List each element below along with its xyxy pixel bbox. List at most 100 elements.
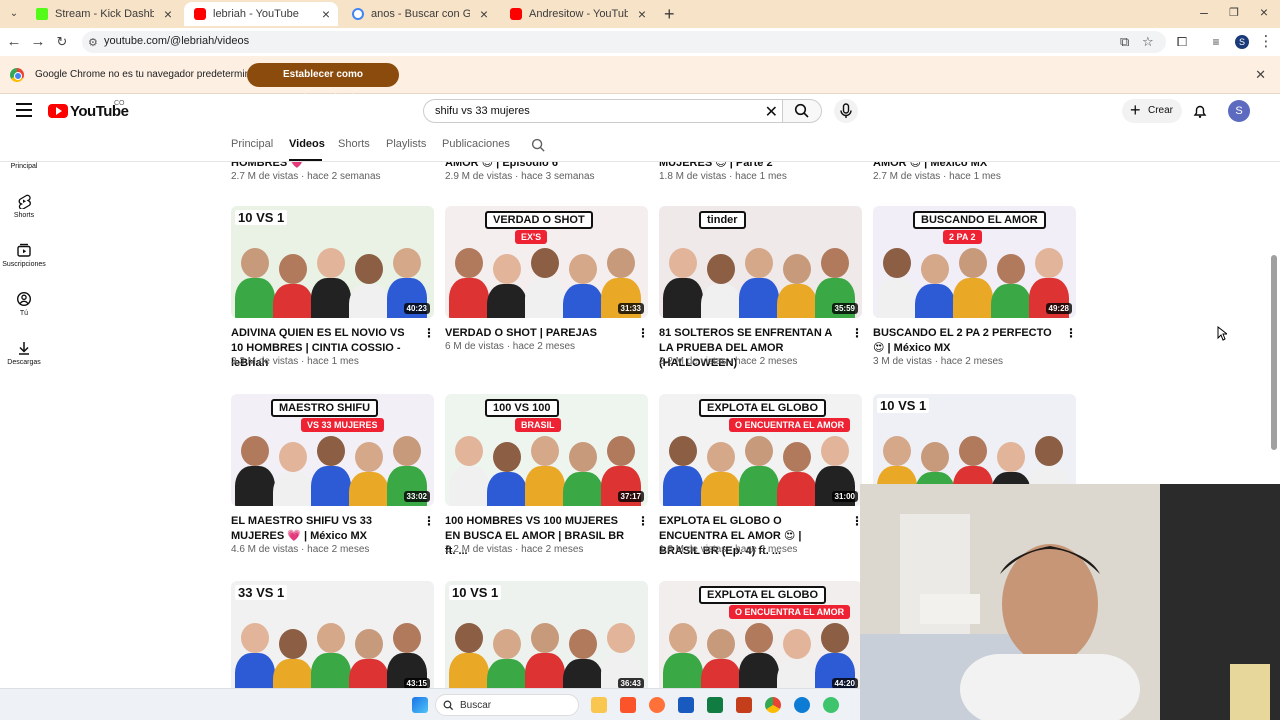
browser-tab-andresitow[interactable]: Andresitow - YouTube × — [500, 2, 654, 26]
edge-icon[interactable] — [794, 697, 810, 713]
tab-publicaciones[interactable]: Publicaciones — [442, 138, 510, 150]
chrome-menu-icon[interactable]: ⋮ — [1256, 32, 1276, 52]
video-title[interactable]: MUJERES 😍 | Parte 2 — [659, 162, 773, 169]
video-thumbnail[interactable]: BUSCANDO EL AMOR 2 PA 2 49:28 — [873, 206, 1076, 318]
search-query-text[interactable]: shifu vs 33 mujeres — [435, 105, 530, 117]
new-tab-icon[interactable]: + — [664, 4, 675, 25]
window-close-icon[interactable]: × — [1254, 4, 1274, 20]
video-thumbnail[interactable]: 10 VS 1 36:43 — [445, 581, 648, 688]
clear-search-icon[interactable]: ✕ — [765, 102, 778, 122]
video-thumbnail[interactable]: VERDAD O SHOT EX'S 31:33 — [445, 206, 648, 318]
create-label: Crear — [1148, 105, 1174, 116]
install-app-icon[interactable]: ⧉ — [1120, 34, 1129, 50]
video-title[interactable]: EL MAESTRO SHIFU VS 33 MUJERES 💗 | Méxic… — [231, 514, 417, 544]
omnibox[interactable]: ⚙ youtube.com/@lebriah/videos ⧉ ☆ — [82, 31, 1166, 53]
thumbnail-person — [455, 623, 483, 653]
video-title[interactable]: AMOR 😍 | México MX — [873, 162, 987, 169]
thumbnail-person — [493, 629, 521, 659]
tab-shorts[interactable]: Shorts — [338, 138, 370, 150]
thumbnail-person — [997, 442, 1025, 472]
more-actions-icon[interactable]: ⋮ — [423, 514, 435, 528]
tab-playlists[interactable]: Playlists — [386, 138, 426, 150]
close-icon[interactable]: × — [322, 2, 330, 26]
profile-avatar[interactable]: S — [1235, 35, 1249, 49]
browser-tab-lebriah[interactable]: lebriah - YouTube × — [184, 2, 338, 26]
more-actions-icon[interactable]: ⋮ — [637, 514, 649, 528]
infobar-close-icon[interactable]: ✕ — [1255, 67, 1266, 83]
close-icon[interactable]: × — [164, 2, 172, 26]
more-actions-icon[interactable]: ⋮ — [423, 326, 435, 340]
extensions-icon[interactable]: ⧠ — [1172, 32, 1192, 52]
thumbnail-banner: 33 VS 1 — [235, 585, 288, 600]
more-actions-icon[interactable]: ⋮ — [1065, 326, 1077, 340]
tab-principal[interactable]: Principal — [231, 138, 273, 150]
brave-icon[interactable] — [620, 697, 636, 713]
video-thumbnail[interactable]: 10 VS 1 40:23 — [231, 206, 434, 318]
search-input[interactable]: shifu vs 33 mujeres ✕ — [423, 99, 782, 123]
set-default-button[interactable]: Establecer como predeterminado — [247, 63, 399, 104]
webcam-feed-image — [860, 484, 1280, 720]
video-thumbnail[interactable]: tinder 35:59 — [659, 206, 862, 318]
more-actions-icon[interactable]: ⋮ — [851, 514, 863, 528]
chrome-icon[interactable] — [765, 697, 781, 713]
tab-title: anos - Buscar con Google — [371, 8, 470, 20]
video-title[interactable]: HOMBRES 💗 — [231, 162, 304, 169]
thumbnail-person — [349, 284, 389, 318]
video-thumbnail[interactable]: 100 VS 100 BRASIL 37:17 — [445, 394, 648, 506]
powerpoint-icon[interactable] — [736, 697, 752, 713]
video-title[interactable]: VERDAD O SHOT | PAREJAS — [445, 326, 631, 341]
browser-tab-google[interactable]: anos - Buscar con Google × — [342, 2, 496, 26]
create-button[interactable]: + Crear — [1122, 99, 1182, 123]
thumbnail-person — [991, 284, 1031, 318]
thumbnail-subbanner: 2 PA 2 — [943, 230, 982, 244]
video-title[interactable]: AMOR 😍 | Episodio 6 — [445, 162, 558, 169]
channel-search-icon[interactable] — [531, 138, 546, 153]
close-icon[interactable]: × — [480, 2, 488, 26]
more-actions-icon[interactable]: ⋮ — [637, 326, 649, 340]
back-icon[interactable]: ← — [4, 32, 24, 52]
search-button[interactable] — [782, 99, 822, 123]
youtube-logo-icon[interactable] — [48, 104, 68, 118]
bookmark-star-icon[interactable]: ☆ — [1142, 34, 1154, 50]
url-text[interactable]: youtube.com/@lebriah/videos — [104, 35, 249, 47]
site-info-icon[interactable]: ⚙ — [88, 36, 98, 49]
video-thumbnail[interactable]: EXPLOTA EL GLOBO O ENCUENTRA EL AMOR 31:00 — [659, 394, 862, 506]
thumbnail-person — [607, 436, 635, 466]
more-actions-icon[interactable]: ⋮ — [851, 326, 863, 340]
browser-tab-kick[interactable]: Stream - Kick Dashboard × — [26, 2, 180, 26]
forward-icon[interactable]: → — [28, 32, 48, 52]
notifications-icon[interactable] — [1192, 103, 1208, 119]
video-thumbnail[interactable]: MAESTRO SHIFU VS 33 MUJERES 33:02 — [231, 394, 434, 506]
voice-search-button[interactable] — [834, 99, 858, 123]
video-thumbnail[interactable]: 33 VS 1 43:15 — [231, 581, 434, 688]
account-avatar[interactable]: S — [1228, 100, 1250, 122]
video-thumbnail[interactable]: EXPLOTA EL GLOBO O ENCUENTRA EL AMOR 44:20 — [659, 581, 862, 688]
video-title[interactable]: BUSCANDO EL 2 PA 2 PERFECTO 😍 | México M… — [873, 326, 1059, 356]
firefox-icon[interactable] — [649, 697, 665, 713]
reload-icon[interactable]: ↻ — [52, 32, 72, 52]
thumbnail-person — [273, 659, 313, 688]
tab-videos[interactable]: Videos — [289, 138, 325, 150]
menu-icon[interactable] — [16, 103, 32, 117]
youtube-icon — [510, 8, 522, 20]
thumbnail-person — [745, 436, 773, 466]
chrome-canary-icon[interactable] — [823, 697, 839, 713]
file-explorer-icon[interactable] — [591, 697, 607, 713]
word-icon[interactable] — [678, 697, 694, 713]
thumbnail-person — [921, 442, 949, 472]
video-meta: 6 M de vistas · hace 2 meses — [445, 341, 576, 352]
webcam-overlay — [860, 484, 1280, 720]
search-icon — [794, 103, 809, 118]
excel-icon[interactable] — [707, 697, 723, 713]
thumbnail-banner: 10 VS 1 — [449, 585, 502, 600]
scrollbar-thumb[interactable] — [1271, 255, 1277, 450]
media-control-icon[interactable]: ≡ — [1206, 32, 1226, 52]
tab-search-icon[interactable]: ⌄ — [6, 6, 22, 22]
minimize-icon[interactable]: – — [1194, 4, 1214, 20]
video-meta: 4.6 M de vistas · hace 2 meses — [231, 544, 370, 555]
close-icon[interactable]: × — [638, 2, 646, 26]
restore-icon[interactable]: ❐ — [1224, 6, 1244, 19]
windows-start-icon[interactable] — [412, 697, 428, 713]
taskbar-search[interactable]: Buscar — [435, 694, 579, 716]
thumbnail-person — [525, 278, 565, 318]
